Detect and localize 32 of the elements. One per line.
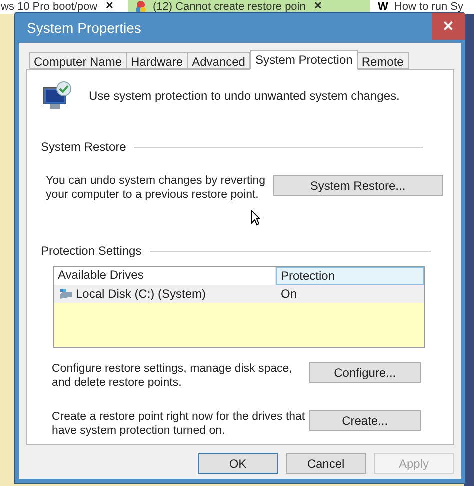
section-heading: System Restore (41, 139, 126, 156)
description-text: Create a restore point right now for the drives that have system protection turned on. (52, 410, 306, 438)
drive-icon (59, 288, 73, 300)
favicon-icon (135, 1, 147, 13)
tab[interactable]: Computer Name (29, 52, 128, 69)
close-icon[interactable]: ✕ (106, 0, 114, 14)
dialog-button[interactable]: OK (198, 453, 278, 474)
tab[interactable]: Advanced (187, 52, 250, 69)
close-icon[interactable]: ✕ (314, 0, 322, 14)
tab[interactable]: System Protection (250, 50, 358, 70)
table-cell-text: Local Disk (C:) (System) (76, 286, 206, 303)
logo-icon: W (378, 0, 388, 14)
list-row[interactable]: Local Disk (C:) (System) On (54, 285, 424, 303)
window-title: System Properties (27, 18, 142, 38)
close-button[interactable]: ✕ (432, 13, 465, 40)
tab-title: How to run Sy (394, 0, 464, 14)
description-text: Configure restore settings, manage disk space, and delete restore points. (52, 362, 294, 390)
column-header[interactable]: Protection (276, 267, 424, 285)
tab-title: ws 10 Pro boot/pow (1, 0, 98, 14)
mouse-cursor-icon (251, 210, 261, 226)
system-restore-button[interactable]: System Restore... (273, 175, 443, 196)
description-text: You can undo system changes by reverting your computer to a previous restore point. (46, 174, 266, 202)
create-button[interactable]: Create... (309, 410, 421, 431)
table-cell-text: On (280, 286, 298, 303)
tab[interactable]: Remote (356, 52, 409, 69)
section-heading: Protection Settings (41, 243, 142, 260)
computer-shield-icon (41, 80, 73, 112)
dialog-button[interactable]: Cancel (286, 453, 366, 474)
tab[interactable]: Hardware (126, 52, 188, 69)
tab-title: (12) Cannot create restore poin (153, 0, 306, 14)
configure-button[interactable]: Configure... (309, 362, 421, 383)
intro-text: Use system protection to undo unwanted system changes. (89, 88, 400, 105)
